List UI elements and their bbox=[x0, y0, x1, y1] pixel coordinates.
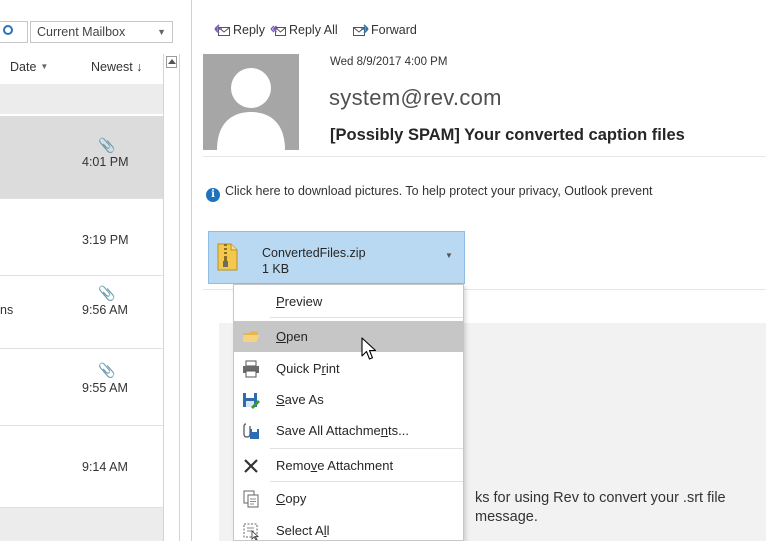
zip-file-icon bbox=[217, 243, 238, 271]
attachment-dropdown-icon[interactable]: ▼ bbox=[445, 251, 453, 260]
list-item[interactable] bbox=[0, 508, 163, 541]
menu-item-copy[interactable]: Copy bbox=[234, 483, 463, 514]
menu-item-label: Preview bbox=[276, 294, 323, 309]
list-item-time: 9:55 AM bbox=[82, 381, 128, 395]
info-bar-text: Click here to download pictures. To help… bbox=[225, 184, 653, 198]
body-text-line: ks for using Rev to convert your .srt fi… bbox=[475, 490, 726, 506]
list-item-time: 3:19 PM bbox=[82, 233, 129, 247]
list-item[interactable]: 3:19 PM bbox=[0, 199, 163, 276]
info-bar[interactable]: i Click here to download pictures. To hel… bbox=[206, 184, 653, 202]
paperclip-icon: 📎 bbox=[98, 137, 116, 153]
menu-item-label: Save As bbox=[276, 392, 324, 407]
forward-icon bbox=[353, 24, 369, 36]
sort-by-label: Date bbox=[10, 60, 37, 74]
attachment-context-menu: Preview Open Quick Print Save As Save Al… bbox=[233, 284, 464, 541]
menu-item-open[interactable]: Open bbox=[234, 321, 463, 352]
forward-label: Forward bbox=[371, 23, 417, 37]
info-icon: i bbox=[206, 188, 220, 202]
menu-item-quick-print[interactable]: Quick Print bbox=[234, 353, 463, 384]
body-text-line: message. bbox=[475, 509, 538, 525]
folder-icon bbox=[243, 331, 259, 342]
scroll-up-icon[interactable] bbox=[166, 56, 177, 68]
search-icon[interactable] bbox=[3, 25, 13, 35]
menu-item-select-all[interactable]: Select All bbox=[234, 515, 463, 540]
attachment-chip[interactable]: ConvertedFiles.zip 1 KB ▼ bbox=[208, 231, 465, 284]
sort-bar: Date ▼ Newest ↓ bbox=[0, 57, 165, 79]
select-all-icon bbox=[243, 523, 260, 540]
search-scope-dropdown[interactable]: Current Mailbox ▼ bbox=[30, 21, 173, 43]
reply-all-label: Reply All bbox=[289, 23, 338, 37]
pane-divider[interactable] bbox=[191, 0, 192, 541]
list-item[interactable]: 9:14 AM bbox=[0, 426, 163, 508]
paperclip-icon: 📎 bbox=[98, 362, 116, 378]
menu-item-label: Save All Attachments... bbox=[276, 423, 409, 438]
list-item[interactable]: 📎 9:55 AM bbox=[0, 349, 163, 426]
menu-item-label: Select All bbox=[276, 523, 330, 538]
message-list-pane: Current Mailbox ▼ Date ▼ Newest ↓ 📎 4:01 … bbox=[0, 0, 191, 541]
message-sender[interactable]: system@rev.com bbox=[329, 85, 502, 111]
date-group-header[interactable] bbox=[0, 84, 163, 114]
chevron-down-icon: ▼ bbox=[157, 27, 166, 37]
attachment-name: ConvertedFiles.zip bbox=[262, 246, 366, 260]
copy-icon bbox=[243, 490, 259, 508]
menu-separator bbox=[270, 448, 463, 449]
attachment-size: 1 KB bbox=[262, 262, 290, 276]
sort-order-toggle[interactable]: Newest ↓ bbox=[91, 60, 142, 74]
sort-by-dropdown[interactable]: Date ▼ bbox=[10, 60, 48, 74]
menu-item-save-all-attachments[interactable]: Save All Attachments... bbox=[234, 415, 463, 446]
search-scope-label: Current Mailbox bbox=[37, 25, 126, 39]
menu-item-save-as[interactable]: Save As bbox=[234, 384, 463, 415]
list-item-time: 4:01 PM bbox=[82, 155, 129, 169]
printer-icon bbox=[243, 360, 259, 378]
mouse-pointer-icon bbox=[361, 337, 377, 360]
list-item-subject: ns bbox=[0, 303, 14, 317]
reply-label: Reply bbox=[233, 23, 265, 37]
list-scrollbar[interactable] bbox=[163, 54, 180, 541]
list-item[interactable]: 📎 4:01 PM bbox=[0, 116, 163, 199]
message-subject: [Possibly SPAM] Your converted caption f… bbox=[330, 126, 685, 144]
search-box[interactable] bbox=[0, 21, 28, 43]
message-datetime: Wed 8/9/2017 4:00 PM bbox=[330, 56, 448, 68]
remove-x-icon bbox=[244, 459, 258, 473]
save-all-icon bbox=[243, 423, 259, 439]
menu-item-label: Open bbox=[276, 329, 308, 344]
header-divider bbox=[203, 156, 766, 157]
reply-icon bbox=[214, 24, 230, 36]
menu-item-label: Copy bbox=[276, 491, 307, 506]
list-item-time: 9:56 AM bbox=[82, 303, 128, 317]
chevron-down-icon: ▼ bbox=[40, 62, 49, 71]
reply-all-icon bbox=[270, 25, 286, 36]
menu-separator bbox=[270, 481, 463, 482]
person-silhouette-icon bbox=[217, 68, 285, 150]
list-item[interactable]: 📎 ns 9:56 AM bbox=[0, 276, 163, 349]
avatar bbox=[203, 54, 299, 150]
paperclip-icon: 📎 bbox=[98, 285, 116, 301]
save-as-icon bbox=[243, 393, 260, 409]
menu-item-label: Remove Attachment bbox=[276, 458, 394, 473]
list-item-time: 9:14 AM bbox=[82, 460, 128, 474]
menu-item-label: Quick Print bbox=[276, 361, 340, 376]
menu-separator bbox=[270, 317, 463, 318]
menu-item-preview[interactable]: Preview bbox=[234, 286, 463, 317]
menu-item-remove-attachment[interactable]: Remove Attachment bbox=[234, 450, 463, 481]
